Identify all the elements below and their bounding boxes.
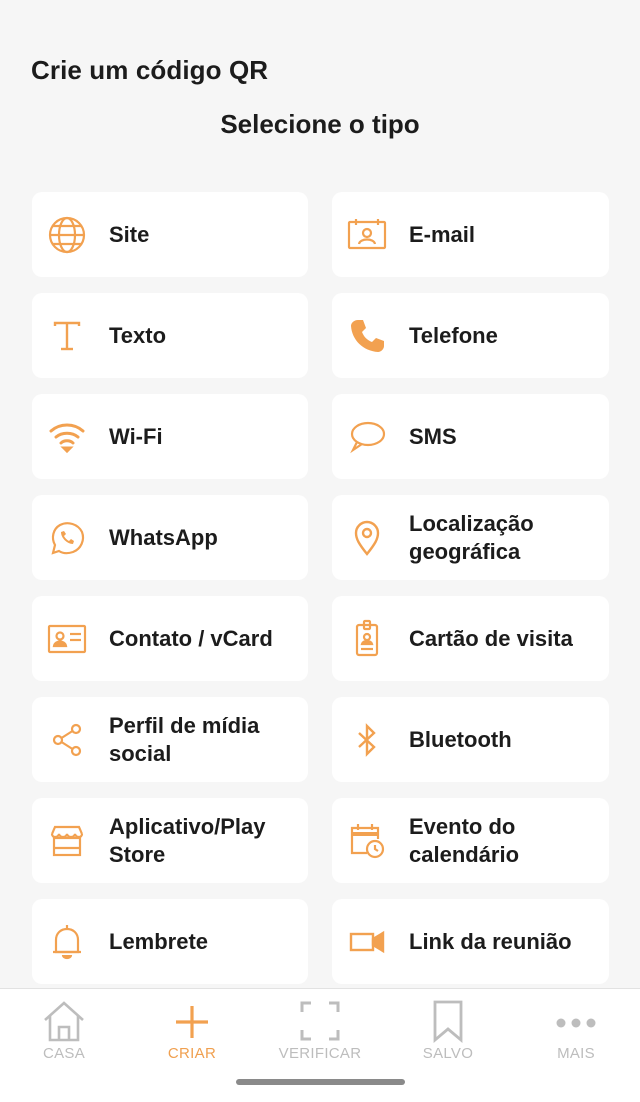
type-card-location[interactable]: Localização geográfica bbox=[332, 495, 609, 580]
type-label: Localização geográfica bbox=[409, 510, 534, 564]
nav-label: CRIAR bbox=[167, 1045, 217, 1062]
type-label: WhatsApp bbox=[109, 524, 218, 550]
bell-icon bbox=[46, 921, 88, 963]
type-label: Evento do calendário bbox=[409, 813, 520, 867]
type-label: Wi-Fi bbox=[109, 423, 163, 449]
email-icon bbox=[346, 214, 388, 256]
type-card-social-profile[interactable]: Perfil de mídia social bbox=[32, 697, 308, 782]
calendar-event-icon bbox=[346, 820, 388, 862]
type-label: E-mail bbox=[409, 221, 476, 247]
nav-label: CASA bbox=[42, 1045, 86, 1062]
nav-label: VERIFICAR bbox=[278, 1045, 362, 1062]
qr-type-grid: Site E-mail Texto Telefone Wi-Fi SMS Wha… bbox=[32, 192, 609, 984]
phone-icon bbox=[346, 315, 388, 357]
type-card-sms[interactable]: SMS bbox=[332, 394, 609, 479]
chat-bubble-icon bbox=[346, 416, 388, 458]
nav-item-scan[interactable]: VERIFICAR bbox=[256, 989, 384, 1069]
wifi-icon bbox=[46, 416, 88, 458]
type-label: Perfil de mídia social bbox=[109, 712, 260, 766]
badge-icon bbox=[346, 618, 388, 660]
type-card-whatsapp[interactable]: WhatsApp bbox=[32, 495, 308, 580]
type-label: Texto bbox=[109, 322, 167, 348]
whatsapp-icon bbox=[46, 517, 88, 559]
nav-item-more[interactable]: MAIS bbox=[512, 989, 640, 1069]
nav-label: SALVO bbox=[422, 1045, 474, 1062]
type-label: Bluetooth bbox=[409, 726, 512, 752]
type-card-vcard[interactable]: Contato / vCard bbox=[32, 596, 308, 681]
type-label: Link da reunião bbox=[409, 928, 572, 954]
type-card-email[interactable]: E-mail bbox=[332, 192, 609, 277]
nav-item-saved[interactable]: SALVO bbox=[384, 989, 512, 1069]
video-camera-icon bbox=[346, 921, 388, 963]
type-card-business-card[interactable]: Cartão de visita bbox=[332, 596, 609, 681]
location-pin-icon bbox=[346, 517, 388, 559]
type-card-bluetooth[interactable]: Bluetooth bbox=[332, 697, 609, 782]
home-indicator bbox=[236, 1079, 405, 1085]
type-label: Telefone bbox=[409, 322, 498, 348]
type-card-meeting-link[interactable]: Link da reunião bbox=[332, 899, 609, 984]
type-card-phone[interactable]: Telefone bbox=[332, 293, 609, 378]
nav-item-create[interactable]: CRIAR bbox=[128, 989, 256, 1069]
more-dots-icon bbox=[552, 997, 600, 1045]
section-title: Selecione o tipo bbox=[220, 109, 420, 139]
type-label: Site bbox=[109, 221, 150, 247]
type-label: Aplicativo/Play Store bbox=[109, 813, 266, 867]
type-label: Contato / vCard bbox=[109, 625, 273, 651]
type-card-text[interactable]: Texto bbox=[32, 293, 308, 378]
type-label: SMS bbox=[409, 423, 457, 449]
contact-card-icon bbox=[46, 618, 88, 660]
type-card-wifi[interactable]: Wi-Fi bbox=[32, 394, 308, 479]
type-card-app-store[interactable]: Aplicativo/Play Store bbox=[32, 798, 308, 883]
share-icon bbox=[46, 719, 88, 761]
scan-icon bbox=[296, 997, 344, 1045]
type-label: Cartão de visita bbox=[409, 625, 573, 651]
bluetooth-icon bbox=[346, 719, 388, 761]
page-title: Crie um código QR bbox=[31, 55, 269, 85]
globe-icon bbox=[46, 214, 88, 256]
store-icon bbox=[46, 820, 88, 862]
home-icon bbox=[40, 997, 88, 1045]
plus-icon bbox=[168, 997, 216, 1045]
type-card-site[interactable]: Site bbox=[32, 192, 308, 277]
nav-label: MAIS bbox=[557, 1045, 595, 1062]
nav-item-home[interactable]: CASA bbox=[0, 989, 128, 1069]
type-label: Lembrete bbox=[109, 928, 209, 954]
bookmark-icon bbox=[424, 997, 472, 1045]
type-card-calendar-event[interactable]: Evento do calendário bbox=[332, 798, 609, 883]
type-card-reminder[interactable]: Lembrete bbox=[32, 899, 308, 984]
text-icon bbox=[46, 315, 88, 357]
